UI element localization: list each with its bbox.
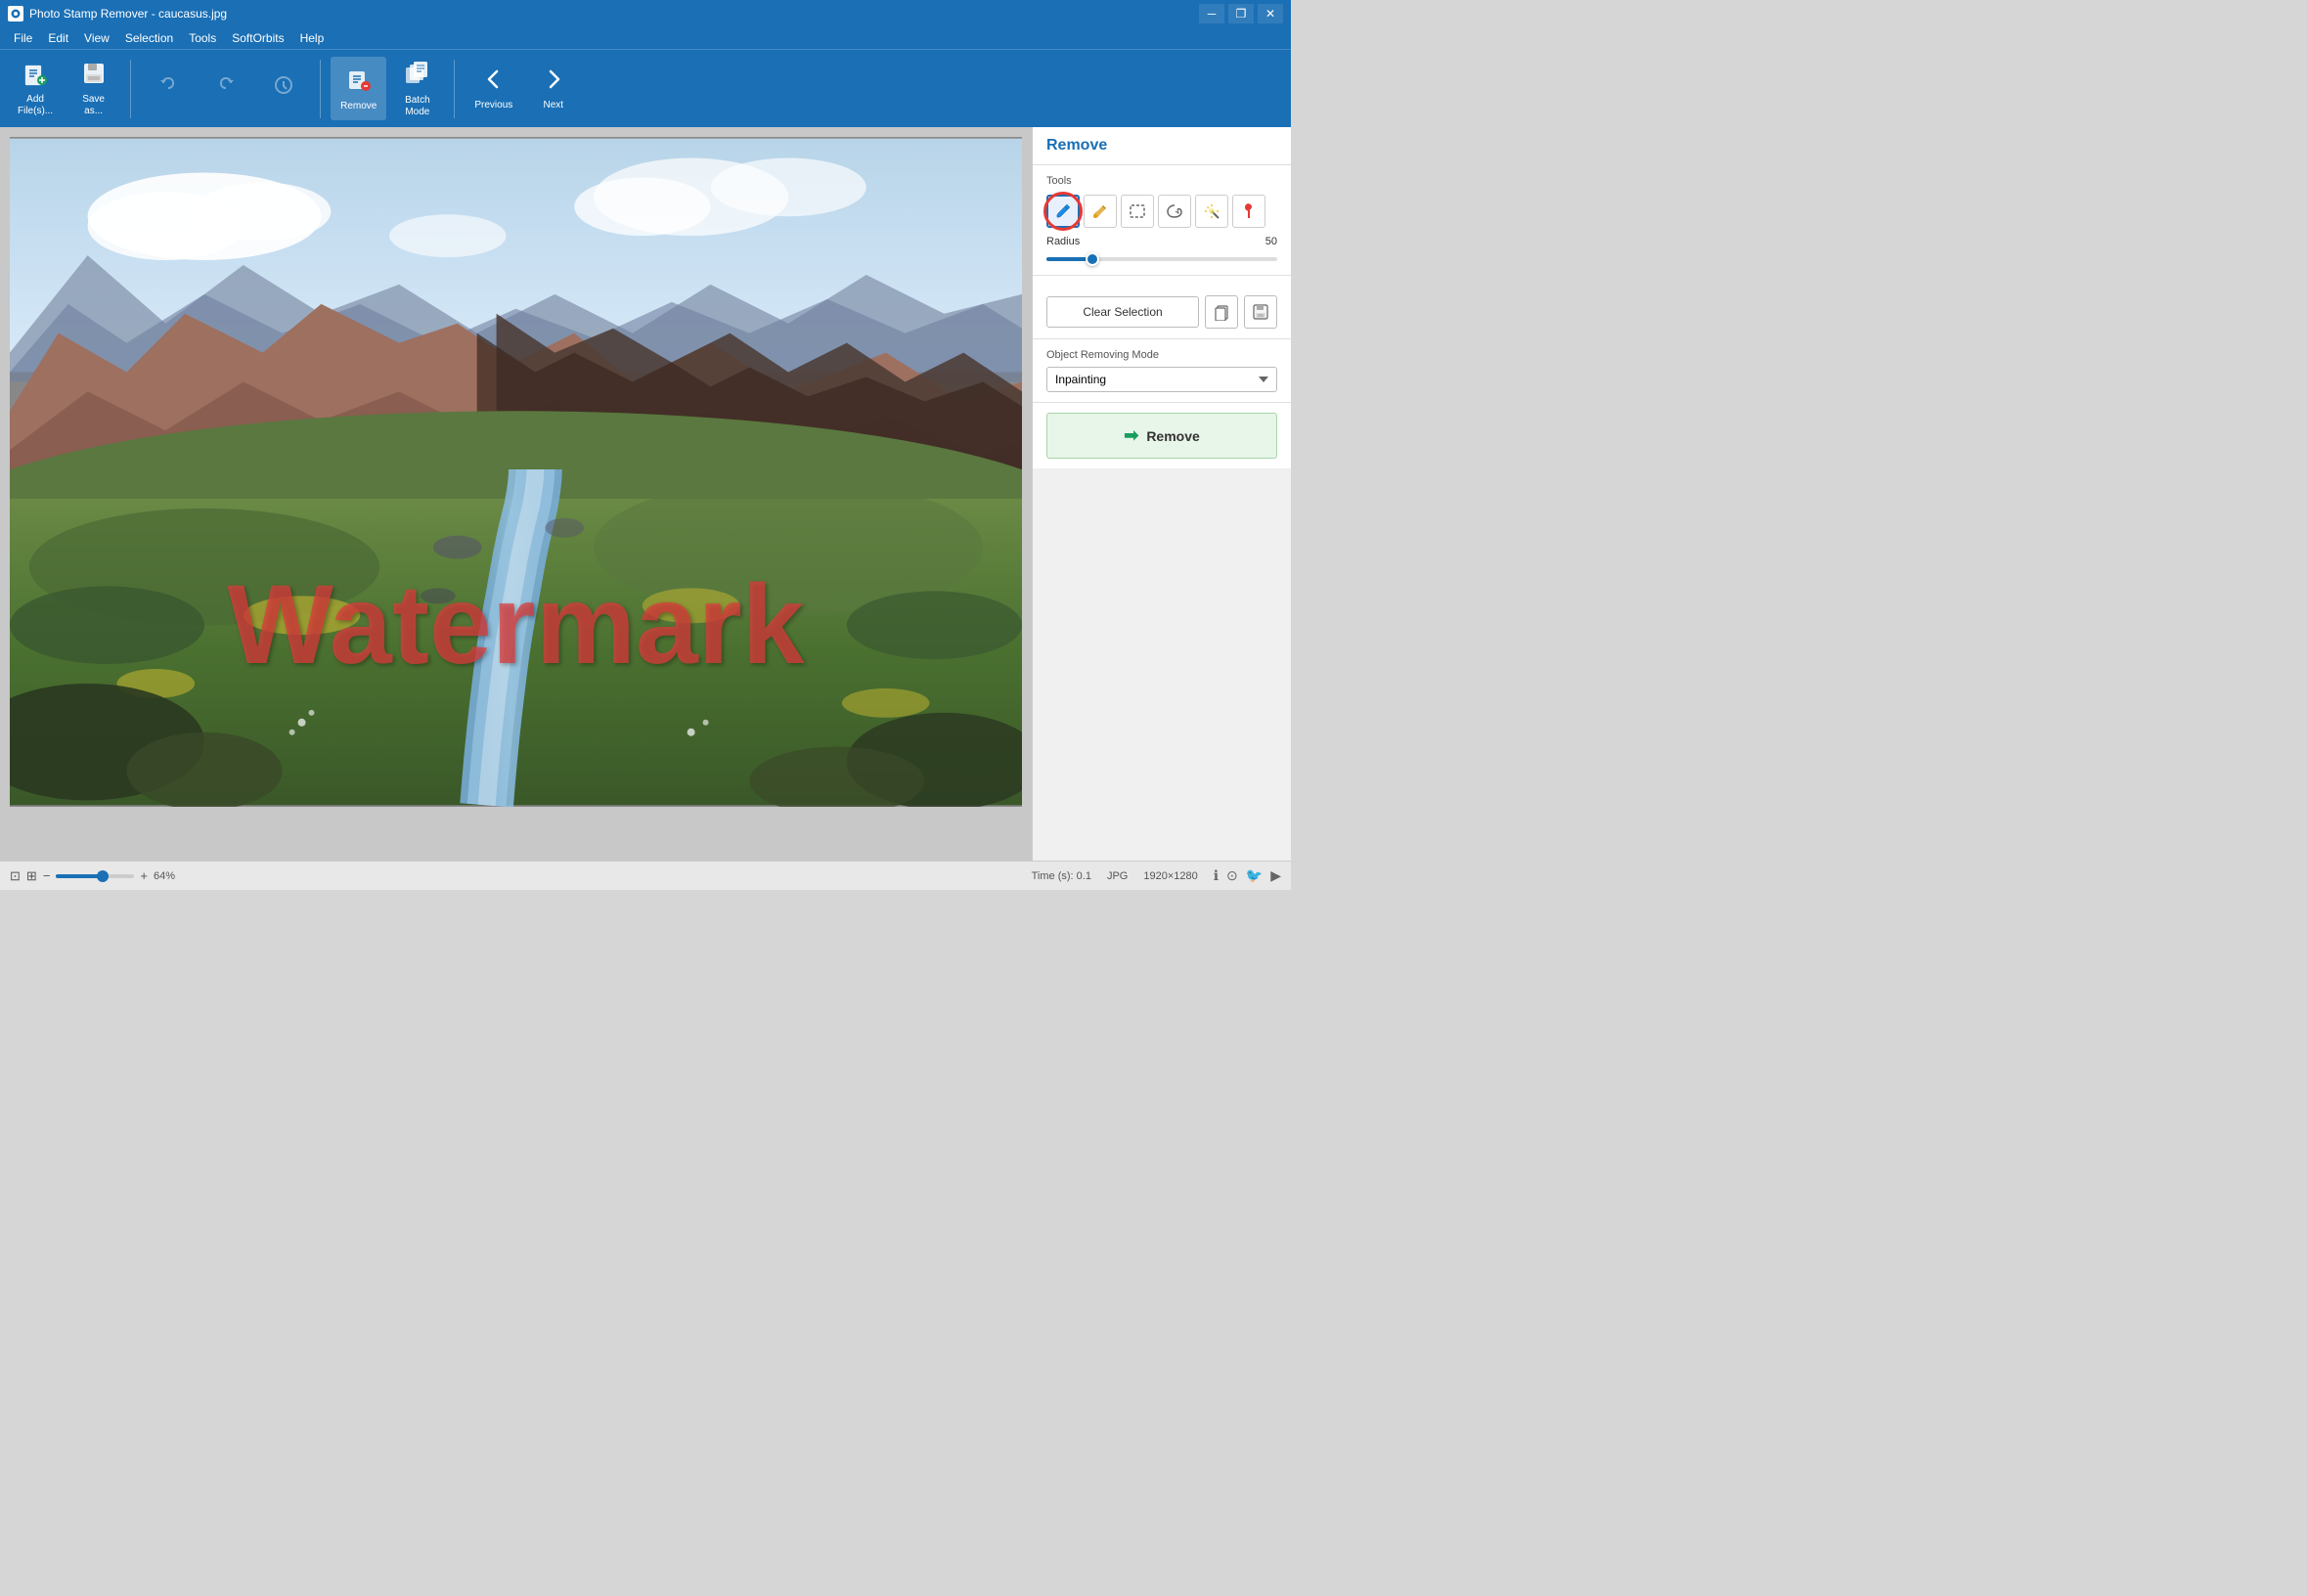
window-controls: ─ ❐ ✕	[1199, 4, 1283, 23]
panel-header: Remove	[1033, 127, 1291, 165]
main-content: Watermark Remove Tools	[0, 127, 1291, 861]
close-button[interactable]: ✕	[1258, 4, 1283, 23]
tools-row	[1046, 195, 1277, 228]
radius-slider-thumb[interactable]	[1086, 252, 1099, 266]
status-left: ⊡ ⊞ − + 64%	[10, 868, 175, 884]
radius-slider-container[interactable]	[1046, 253, 1277, 265]
menu-tools[interactable]: Tools	[181, 29, 224, 47]
undo-button[interactable]	[141, 57, 195, 120]
add-files-icon	[22, 61, 48, 90]
dimensions-label: 1920×1280	[1143, 870, 1197, 882]
status-bar: ⊡ ⊞ − + 64% Time (s): 0.1 JPG 1920×1280 …	[0, 861, 1291, 890]
clear-selection-button[interactable]: Clear Selection	[1046, 296, 1199, 328]
zoom-in-icon[interactable]: +	[140, 868, 148, 883]
zoom-controls: ⊡ ⊞ − + 64%	[10, 868, 175, 884]
share-icon[interactable]: ⊙	[1226, 867, 1238, 884]
right-panel: Remove Tools	[1032, 127, 1291, 861]
tools-label: Tools	[1046, 175, 1277, 187]
add-files-button[interactable]: AddFile(s)...	[8, 57, 63, 120]
selection-row: Clear Selection	[1046, 295, 1277, 329]
zoom-slider-thumb[interactable]	[97, 870, 109, 882]
batch-mode-icon	[404, 60, 431, 91]
batch-mode-button[interactable]: BatchMode	[390, 57, 444, 120]
remove-button-label: Remove	[1146, 428, 1199, 444]
radius-label: Radius	[1046, 236, 1080, 247]
save-as-label: Saveas...	[82, 94, 105, 117]
zoom-out-icon[interactable]: −	[43, 868, 51, 883]
title-bar-left: Photo Stamp Remover - caucasus.jpg	[8, 6, 227, 22]
undo-icon	[156, 73, 180, 101]
menu-softorbits[interactable]: SoftOrbits	[224, 29, 291, 47]
magic-wand-button[interactable]	[1195, 195, 1228, 228]
copy-to-clipboard-button[interactable]	[1205, 295, 1238, 329]
remove-button[interactable]: ➡ Remove	[1046, 413, 1277, 459]
lasso-tool-button[interactable]	[1158, 195, 1191, 228]
radius-slider-track[interactable]	[1046, 257, 1277, 261]
add-files-label: AddFile(s)...	[18, 94, 53, 117]
remove-toolbar-button[interactable]: Remove	[331, 57, 386, 120]
history-icon	[272, 73, 295, 101]
remove-btn-section: ➡ Remove	[1033, 403, 1291, 468]
batch-mode-label: BatchMode	[405, 95, 430, 118]
next-icon	[541, 66, 566, 96]
previous-button[interactable]: Previous	[465, 57, 522, 120]
rect-selection-button[interactable]	[1121, 195, 1154, 228]
remove-icon	[345, 66, 373, 97]
twitter-icon[interactable]: 🐦	[1246, 867, 1263, 884]
time-label: Time (s): 0.1	[1032, 870, 1091, 882]
next-button[interactable]: Next	[526, 57, 580, 120]
minimize-button[interactable]: ─	[1199, 4, 1224, 23]
toolbar: AddFile(s)... Saveas...	[0, 49, 1291, 127]
format-label: JPG	[1107, 870, 1128, 882]
canvas-area[interactable]: Watermark	[0, 127, 1032, 861]
scene-image	[10, 137, 1022, 807]
tools-section: Tools	[1033, 165, 1291, 276]
zoom-to-selection-icon[interactable]: ⊞	[26, 868, 37, 884]
radius-value: 50	[1265, 236, 1277, 247]
zoom-value: 64%	[154, 870, 175, 882]
app-title: Photo Stamp Remover - caucasus.jpg	[29, 7, 227, 21]
mode-label: Object Removing Mode	[1046, 349, 1277, 361]
separator-1	[130, 60, 131, 118]
stamp-tool-button[interactable]	[1232, 195, 1265, 228]
brush-tool-button[interactable]	[1046, 195, 1080, 228]
menu-selection[interactable]: Selection	[117, 29, 181, 47]
zoom-slider-fill	[56, 874, 103, 878]
redo-icon	[214, 73, 238, 101]
title-bar: Photo Stamp Remover - caucasus.jpg ─ ❐ ✕	[0, 0, 1291, 27]
youtube-icon[interactable]: ▶	[1270, 867, 1281, 884]
previous-icon	[481, 66, 507, 96]
zoom-slider[interactable]	[56, 874, 134, 878]
remove-toolbar-label: Remove	[340, 101, 377, 112]
history-button[interactable]	[256, 57, 310, 120]
smart-fill-tool-button[interactable]	[1084, 195, 1117, 228]
menu-help[interactable]: Help	[292, 29, 333, 47]
app-icon	[8, 6, 23, 22]
save-as-button[interactable]: Saveas...	[67, 57, 120, 120]
menu-file[interactable]: File	[6, 29, 40, 47]
separator-3	[454, 60, 455, 118]
radius-row: Radius 50	[1046, 236, 1277, 247]
remove-arrow-icon: ➡	[1124, 425, 1138, 446]
separator-2	[320, 60, 321, 118]
menu-edit[interactable]: Edit	[40, 29, 76, 47]
menu-view[interactable]: View	[76, 29, 117, 47]
save-as-icon	[81, 61, 107, 90]
previous-label: Previous	[474, 100, 512, 111]
menu-bar: File Edit View Selection Tools SoftOrbit…	[0, 27, 1291, 49]
info-icon[interactable]: ℹ	[1214, 867, 1219, 884]
mode-select[interactable]: Inpainting Content-Aware Fill Texture Sy…	[1046, 367, 1277, 392]
image-container[interactable]: Watermark	[10, 137, 1022, 807]
status-right: Time (s): 0.1 JPG 1920×1280 ℹ ⊙ 🐦 ▶	[1032, 867, 1281, 884]
redo-button[interactable]	[199, 57, 252, 120]
selection-section: Clear Selection	[1033, 276, 1291, 339]
restore-button[interactable]: ❐	[1228, 4, 1254, 23]
social-icons: ℹ ⊙ 🐦 ▶	[1214, 867, 1281, 884]
next-label: Next	[543, 100, 563, 111]
save-selection-button[interactable]	[1244, 295, 1277, 329]
mode-section: Object Removing Mode Inpainting Content-…	[1033, 339, 1291, 403]
fit-to-screen-icon[interactable]: ⊡	[10, 868, 21, 884]
